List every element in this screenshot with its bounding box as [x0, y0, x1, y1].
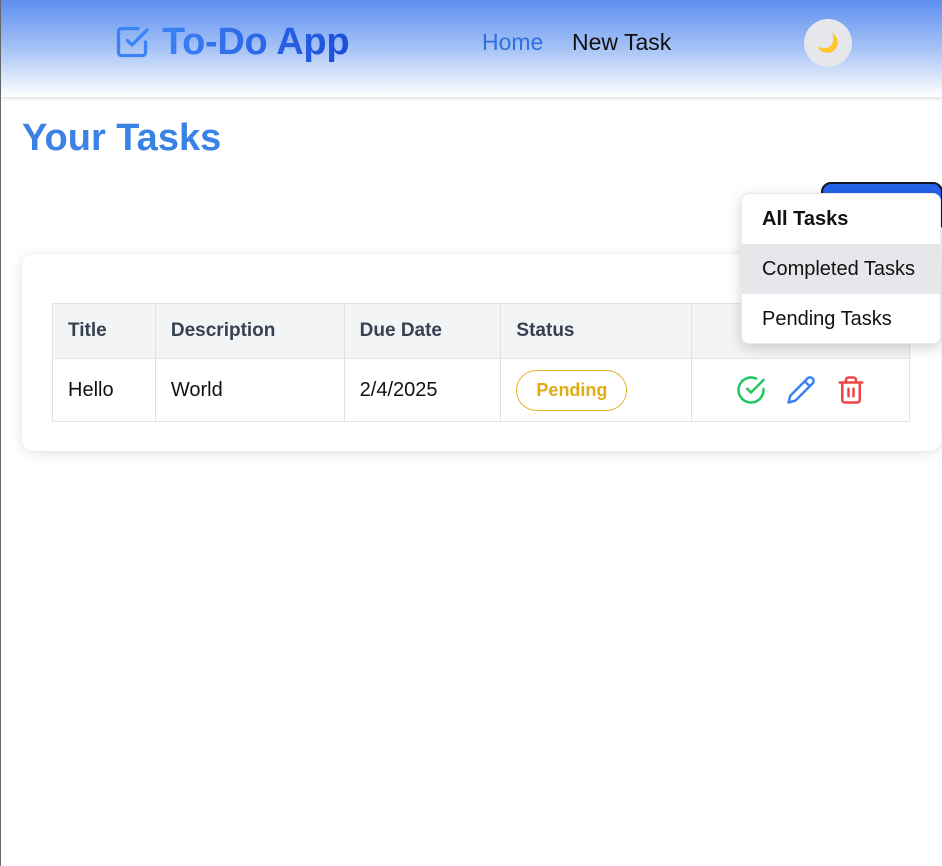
delete-task-button[interactable] — [836, 375, 866, 405]
edit-task-button[interactable] — [786, 375, 816, 405]
filter-option-completed-tasks[interactable]: Completed Tasks — [742, 244, 940, 294]
moon-icon: 🌙 — [816, 32, 840, 53]
nav-new-task-link[interactable]: New Task — [572, 29, 671, 56]
brand[interactable]: To-Do App — [114, 20, 350, 63]
filter-option-pending-tasks[interactable]: Pending Tasks — [742, 294, 940, 343]
task-due-date-cell: 2/4/2025 — [343, 358, 502, 422]
theme-toggle-button[interactable]: 🌙 — [804, 19, 852, 67]
filter-option-all-tasks[interactable]: All Tasks — [742, 194, 940, 244]
column-header-status: Status — [500, 303, 693, 359]
navbar: To-Do App Home New Task 🌙 — [1, 0, 942, 97]
column-header-due-date: Due Date — [343, 303, 502, 359]
pencil-icon — [786, 376, 815, 404]
check-circle-icon — [736, 376, 765, 404]
column-header-description: Description — [154, 303, 345, 359]
nav-home-link[interactable]: Home — [482, 29, 543, 56]
status-badge: Pending — [516, 369, 628, 411]
task-description-cell: World — [154, 358, 345, 422]
task-title-cell: Hello — [52, 358, 156, 422]
task-status-cell: Pending — [500, 358, 693, 422]
checkbox-icon — [116, 26, 149, 58]
page-title: Your Tasks — [22, 117, 222, 159]
filter-dropdown-menu: All Tasks Completed Tasks Pending Tasks — [741, 193, 941, 344]
trash-icon — [838, 376, 864, 404]
column-header-title: Title — [52, 303, 156, 359]
complete-task-button[interactable] — [736, 375, 766, 405]
table-row: Hello World 2/4/2025 Pending — [52, 358, 910, 422]
brand-title: To-Do App — [162, 20, 350, 63]
task-actions — [707, 375, 894, 405]
task-actions-cell — [691, 358, 910, 422]
